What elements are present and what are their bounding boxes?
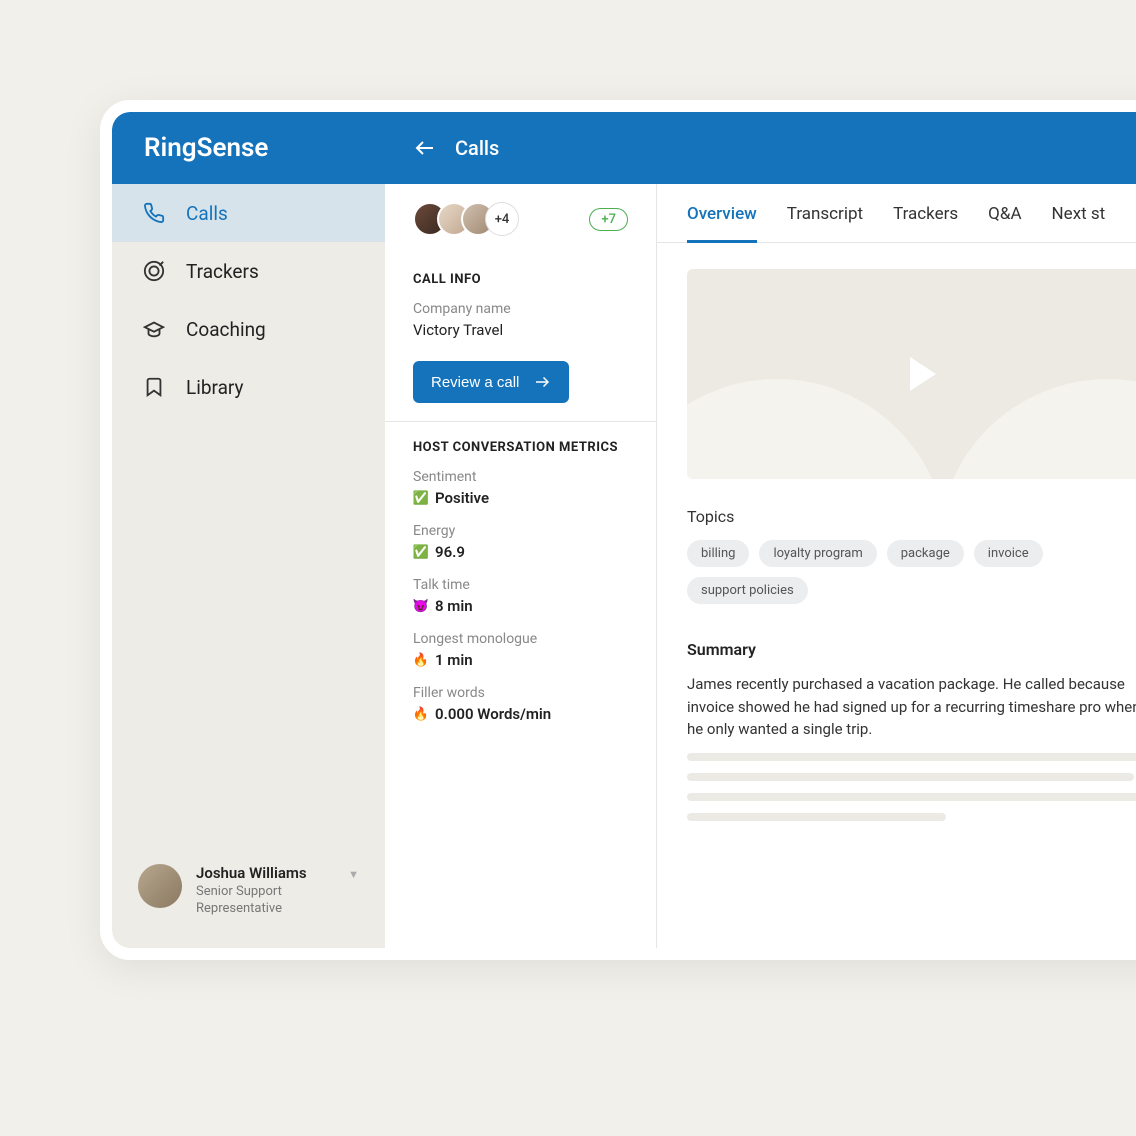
call-info-section: CALL INFO Company name Victory Travel Re… bbox=[385, 254, 656, 422]
sidebar-item-label: Library bbox=[186, 376, 244, 399]
metric-sentiment: Sentiment ✅ Positive bbox=[413, 469, 628, 507]
check-icon: ✅ bbox=[413, 544, 429, 560]
metric-filler: Filler words 🔥 0.000 Words/min bbox=[413, 685, 628, 723]
skeleton-line bbox=[687, 753, 1136, 761]
sidebar-item-label: Calls bbox=[186, 202, 228, 225]
metric-label: Filler words bbox=[413, 685, 628, 701]
avatar bbox=[138, 864, 182, 908]
metric-label: Sentiment bbox=[413, 469, 628, 485]
tab-qa[interactable]: Q&A bbox=[988, 204, 1021, 242]
back-button[interactable] bbox=[413, 136, 437, 160]
check-icon: ✅ bbox=[413, 490, 429, 506]
tabs: Overview Transcript Trackers Q&A Next st bbox=[657, 184, 1136, 243]
skeleton-line bbox=[687, 793, 1136, 801]
topic-chip[interactable]: support policies bbox=[687, 577, 808, 604]
sidebar-item-label: Trackers bbox=[186, 260, 259, 283]
topic-chips: billing loyalty program package invoice … bbox=[687, 540, 1136, 604]
metric-label: Longest monologue bbox=[413, 631, 628, 647]
tab-next-steps[interactable]: Next st bbox=[1052, 204, 1106, 242]
chevron-down-icon: ▼ bbox=[348, 868, 359, 881]
sidebar-item-calls[interactable]: Calls bbox=[112, 184, 385, 242]
user-role: Senior Support Representative bbox=[196, 884, 334, 918]
metric-monologue: Longest monologue 🔥 1 min bbox=[413, 631, 628, 669]
sidebar-item-label: Coaching bbox=[186, 318, 266, 341]
tab-overview[interactable]: Overview bbox=[687, 204, 757, 243]
page-title: Calls bbox=[455, 136, 499, 160]
details-panel: Overview Transcript Trackers Q&A Next st… bbox=[657, 184, 1136, 948]
brand-logo: RingSense bbox=[144, 133, 268, 163]
sidebar-header: RingSense bbox=[112, 112, 385, 184]
top-header: Calls bbox=[385, 112, 1136, 184]
topic-chip[interactable]: invoice bbox=[974, 540, 1043, 567]
participant-overflow[interactable]: +4 bbox=[485, 202, 519, 236]
metric-value: 1 min bbox=[435, 651, 473, 669]
arrow-right-icon bbox=[533, 373, 551, 391]
count-badge: +7 bbox=[589, 208, 628, 231]
sidebar-item-library[interactable]: Library bbox=[112, 358, 385, 416]
section-title: CALL INFO bbox=[413, 272, 628, 287]
topics-title: Topics bbox=[687, 507, 1136, 526]
company-value: Victory Travel bbox=[413, 321, 628, 339]
topic-chip[interactable]: loyalty program bbox=[759, 540, 876, 567]
tab-transcript[interactable]: Transcript bbox=[787, 204, 863, 242]
metric-value: 96.9 bbox=[435, 543, 465, 561]
topic-chip[interactable]: billing bbox=[687, 540, 749, 567]
bookmark-icon bbox=[142, 375, 166, 399]
play-icon bbox=[910, 357, 936, 391]
metric-value: 0.000 Words/min bbox=[435, 705, 551, 723]
review-button-label: Review a call bbox=[431, 374, 519, 391]
fire-icon: 🔥 bbox=[413, 706, 429, 722]
metric-energy: Energy ✅ 96.9 bbox=[413, 523, 628, 561]
section-title: HOST CONVERSATION METRICS bbox=[413, 440, 628, 455]
tab-trackers[interactable]: Trackers bbox=[893, 204, 958, 242]
info-panel: +4 +7 CALL INFO Company name Victory Tra… bbox=[385, 184, 657, 948]
video-player[interactable] bbox=[687, 269, 1136, 479]
metric-label: Energy bbox=[413, 523, 628, 539]
phone-icon bbox=[142, 201, 166, 225]
user-profile[interactable]: Joshua Williams Senior Support Represent… bbox=[112, 844, 385, 948]
user-name: Joshua Williams bbox=[196, 864, 334, 882]
sidebar-item-trackers[interactable]: Trackers bbox=[112, 242, 385, 300]
sidebar: RingSense Calls Trackers Coaching bbox=[112, 112, 385, 948]
fire-icon: 🔥 bbox=[413, 652, 429, 668]
metric-value: Positive bbox=[435, 489, 489, 507]
main: Calls +4 +7 CALL INFO Company name Victo… bbox=[385, 112, 1136, 948]
review-call-button[interactable]: Review a call bbox=[413, 361, 569, 403]
sidebar-item-coaching[interactable]: Coaching bbox=[112, 300, 385, 358]
skeleton-line bbox=[687, 773, 1134, 781]
metric-talk-time: Talk time 😈 8 min bbox=[413, 577, 628, 615]
participants-row: +4 +7 bbox=[385, 184, 656, 254]
summary-title: Summary bbox=[687, 640, 1136, 659]
company-label: Company name bbox=[413, 301, 628, 317]
metric-label: Talk time bbox=[413, 577, 628, 593]
metric-value: 8 min bbox=[435, 597, 473, 615]
devil-icon: 😈 bbox=[413, 598, 429, 614]
summary-text: James recently purchased a vacation pack… bbox=[687, 673, 1136, 741]
user-info: Joshua Williams Senior Support Represent… bbox=[196, 864, 334, 918]
skeleton-line bbox=[687, 813, 946, 821]
participant-avatars: +4 bbox=[413, 202, 519, 236]
topic-chip[interactable]: package bbox=[887, 540, 964, 567]
graduation-cap-icon bbox=[142, 317, 166, 341]
target-icon bbox=[142, 259, 166, 283]
sidebar-nav: Calls Trackers Coaching Library bbox=[112, 184, 385, 844]
metrics-section: HOST CONVERSATION METRICS Sentiment ✅ Po… bbox=[385, 422, 656, 757]
